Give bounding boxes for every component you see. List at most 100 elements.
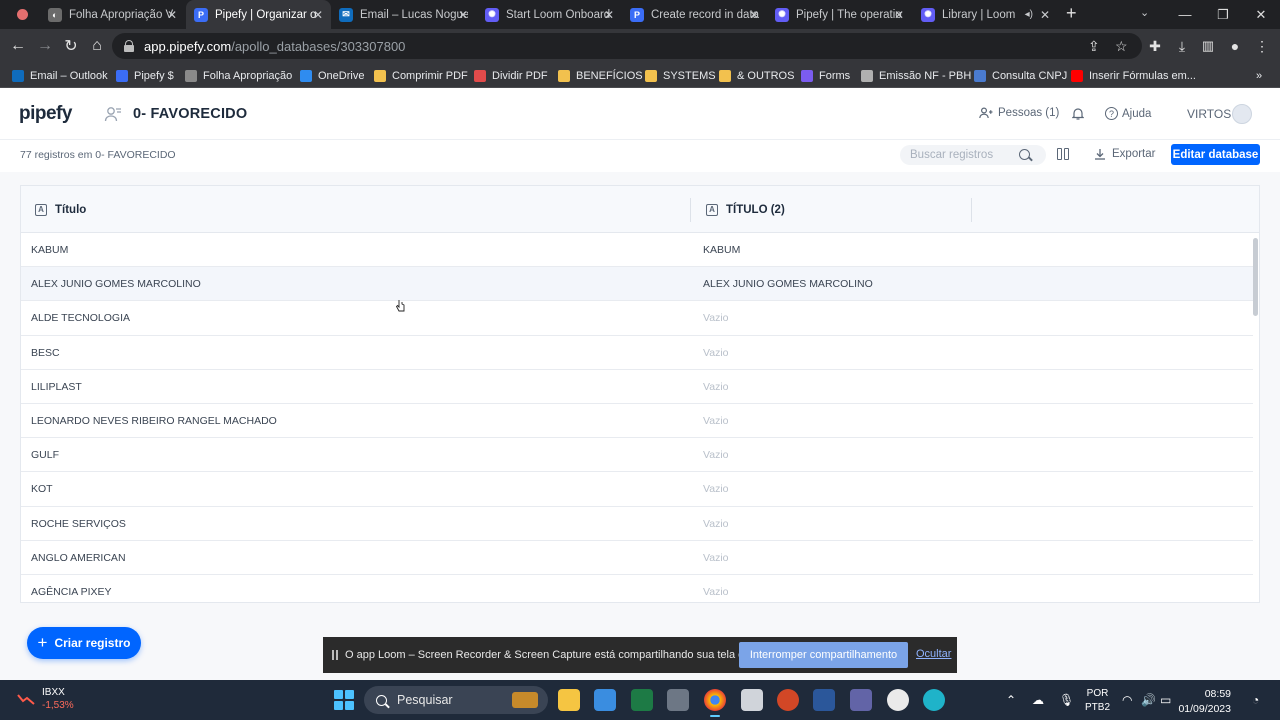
stock-ticker-widget[interactable]: IBXX -1,53%	[42, 687, 74, 711]
table-row[interactable]: ANGLO AMERICAN Vazio	[21, 541, 1253, 575]
snipping-tool-icon[interactable]	[741, 689, 763, 711]
tab-close-icon[interactable]: ✕	[167, 8, 177, 22]
bookmark-item[interactable]: Emissão NF - PBH	[861, 63, 971, 88]
table-row[interactable]: LILIPLAST Vazio	[21, 370, 1253, 404]
browser-tab[interactable]: ✉ Email – Lucas Nogue ✕	[331, 0, 476, 29]
start-button[interactable]	[334, 690, 354, 710]
table-row[interactable]: GULF Vazio	[21, 438, 1253, 473]
new-tab-button[interactable]: +	[1066, 3, 1077, 24]
tab-close-icon[interactable]: ✕	[458, 8, 468, 22]
edit-database-button[interactable]: Editar database	[1171, 144, 1260, 165]
outlook-clock-icon[interactable]	[887, 689, 909, 711]
file-explorer-icon[interactable]	[558, 689, 580, 711]
bookmark-item[interactable]: & OUTROS	[719, 63, 794, 88]
minimize-button[interactable]: —	[1166, 0, 1204, 29]
calculator-icon[interactable]	[667, 689, 689, 711]
tab-search-chevron-icon[interactable]: ⌄	[1140, 6, 1149, 19]
browser-menu-icon[interactable]: ⋮	[1251, 35, 1273, 57]
browser-tab[interactable]: ✺ Library | Loom ✕ ◂)	[913, 0, 1058, 29]
battery-icon[interactable]: ▭	[1160, 680, 1171, 720]
notification-center-icon[interactable]: ◔	[1252, 680, 1259, 720]
bookmark-item[interactable]: Pipefy $	[116, 63, 174, 88]
browser-tab[interactable]: ✺ Start Loom Onboard ✕	[477, 0, 622, 29]
downloads-icon[interactable]: ⤓	[1171, 35, 1193, 57]
tab-audio-icon[interactable]: ◂)	[1025, 9, 1033, 20]
volume-icon[interactable]: 🔊	[1141, 680, 1156, 720]
tab-close-icon[interactable]: ✕	[749, 8, 759, 22]
taskbar-search[interactable]: Pesquisar	[364, 686, 548, 714]
bookmark-item[interactable]: Comprimir PDF	[374, 63, 468, 88]
bookmark-item[interactable]: Email – Outlook	[12, 63, 108, 88]
reload-button[interactable]: ↻	[60, 35, 82, 57]
search-records[interactable]	[900, 145, 1046, 165]
side-panel-icon[interactable]: ▥	[1197, 35, 1219, 57]
browser-profile-icon[interactable]	[17, 9, 28, 20]
table-row[interactable]: LEONARDO NEVES RIBEIRO RANGEL MACHADO Vaz…	[21, 404, 1253, 439]
browser-tab[interactable]: P Create record in data ✕	[622, 0, 767, 29]
tab-close-icon[interactable]: ✕	[1040, 8, 1050, 22]
word-icon[interactable]	[813, 689, 835, 711]
bookmark-item[interactable]: BENEFÍCIOS	[558, 63, 643, 88]
hide-link[interactable]: Ocultar	[916, 648, 951, 660]
scrollbar-thumb[interactable]	[1253, 238, 1258, 316]
excel-icon[interactable]	[631, 689, 653, 711]
tab-close-icon[interactable]: ✕	[604, 8, 614, 22]
browser-tab[interactable]: ◐ Folha Apropriação V ✕	[40, 0, 185, 29]
user-avatar[interactable]	[1232, 104, 1252, 124]
powerpoint-icon[interactable]	[777, 689, 799, 711]
bookmark-item[interactable]: Consulta CNPJ	[974, 63, 1067, 88]
bookmark-star-icon[interactable]: ☆	[1115, 38, 1128, 55]
bookmark-item[interactable]: SYSTEMS	[645, 63, 716, 88]
tab-close-icon[interactable]: ✕	[894, 8, 904, 22]
restore-button[interactable]: ❐	[1204, 0, 1242, 29]
table-scrollbar[interactable]	[1253, 238, 1259, 598]
table-row[interactable]: BESC Vazio	[21, 336, 1253, 370]
browser-tab[interactable]: P Pipefy | Organizar o ✕	[186, 0, 331, 29]
table-row[interactable]: ROCHE SERVIÇOS Vazio	[21, 507, 1253, 541]
column-divider[interactable]	[690, 198, 691, 222]
bookmark-item[interactable]: Inserir Fórmulas em...	[1071, 63, 1196, 88]
organization-name[interactable]: VIRTOS	[1187, 107, 1231, 121]
export-button[interactable]: Exportar	[1094, 148, 1155, 160]
browser-tab[interactable]: ✺ Pipefy | The operatio ✕	[767, 0, 912, 29]
stop-sharing-button[interactable]: Interromper compartilhamento	[739, 642, 908, 668]
share-icon[interactable]: ⇪	[1088, 38, 1100, 55]
profile-avatar-icon[interactable]: ●	[1224, 35, 1246, 57]
chrome-icon[interactable]	[704, 689, 726, 717]
search-icon[interactable]	[1019, 149, 1030, 160]
extensions-icon[interactable]: ✚	[1144, 35, 1166, 57]
table-row[interactable]: AGÊNCIA PIXEY Vazio	[21, 575, 1253, 602]
stock-chart-icon[interactable]	[17, 692, 35, 706]
table-row[interactable]: ALEX JUNIO GOMES MARCOLINO ALEX JUNIO GOM…	[21, 267, 1253, 302]
close-window-button[interactable]: ✕	[1242, 0, 1280, 29]
forward-button[interactable]: →	[34, 35, 56, 57]
table-row[interactable]: KABUM KABUM	[21, 233, 1253, 268]
help-button[interactable]: ? Ajuda	[1105, 107, 1151, 120]
address-bar[interactable]: app.pipefy.com/apollo_databases/30330780…	[112, 33, 1142, 59]
teams-icon[interactable]	[850, 689, 872, 711]
column-header-titulo-2[interactable]: A TÍTULO (2)	[706, 186, 785, 233]
table-row[interactable]: ALDE TECNOLOGIA Vazio	[21, 301, 1253, 336]
people-button[interactable]: Pessoas (1)	[979, 107, 1059, 119]
search-input[interactable]	[910, 149, 1020, 161]
column-divider[interactable]	[971, 198, 972, 222]
home-button[interactable]: ⌂	[86, 35, 108, 57]
notifications-button[interactable]	[1072, 107, 1084, 120]
system-clock[interactable]: 08:59 01/09/2023	[1178, 687, 1231, 717]
bookmark-item[interactable]: Forms	[801, 63, 850, 88]
microphone-icon[interactable]: 🎙	[1059, 680, 1074, 720]
edge-icon[interactable]	[923, 689, 945, 711]
back-button[interactable]: ←	[7, 35, 29, 57]
bookmark-item[interactable]: Dividir PDF	[474, 63, 548, 88]
column-header-titulo[interactable]: A Título	[35, 186, 86, 233]
notes-app-icon[interactable]	[594, 689, 616, 711]
bookmark-item[interactable]: OneDrive	[300, 63, 364, 88]
bookmarks-more-button[interactable]: »	[1256, 63, 1262, 88]
tab-close-icon[interactable]: ✕	[313, 8, 323, 22]
show-hidden-icons[interactable]: ⌃	[1006, 680, 1016, 720]
table-row[interactable]: KOT Vazio	[21, 472, 1253, 507]
onedrive-tray-icon[interactable]: ☁	[1032, 680, 1044, 720]
columns-toggle-icon[interactable]	[1057, 148, 1069, 160]
input-language[interactable]: POR PTB2	[1085, 687, 1110, 715]
create-record-button[interactable]: + Criar registro	[27, 627, 141, 659]
